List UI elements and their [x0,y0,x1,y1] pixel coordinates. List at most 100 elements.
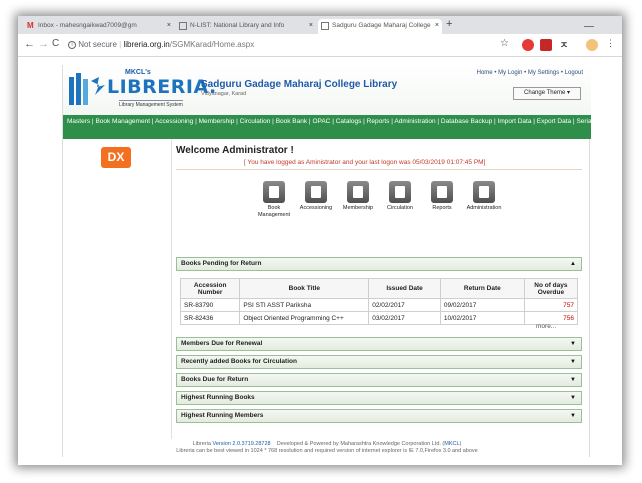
url-host: libreria.org.in [123,40,170,49]
back-icon[interactable]: ← [24,38,35,50]
accessioning-icon [305,181,327,203]
tab-title: Inbox - mahesngaikwad7009@gm [38,22,137,29]
forward-icon[interactable]: → [38,38,49,50]
more-link[interactable]: more... [536,323,556,330]
bookmark-star-icon[interactable]: ☆ [500,38,509,49]
administration-icon [473,181,495,203]
panel-title: Members Due for Renewal [181,340,263,347]
issued-cell: 02/02/2017 [368,298,441,312]
page-icon [179,22,187,30]
menu-item-book-management[interactable]: Book Management [95,118,150,125]
panel-title: Highest Running Books [181,394,255,401]
menu-item-book-bank[interactable]: Book Bank [276,118,307,125]
menu-item-accessioning[interactable]: Accessioning [155,118,193,125]
menu-item-database-backup[interactable]: Database Backup [441,118,492,125]
menu-item-export-data[interactable]: Export Data [537,118,571,125]
site-header: MKCL's LIBRERIA. Library Management Syst… [63,65,591,115]
book-management-icon [263,181,285,203]
title-cell: Object Oriented Programming C++ [239,311,370,325]
tab-title: Sadguru Gadage Maharaj College [332,22,431,29]
main-menu: Masters | Book Management | Accessioning… [63,115,622,139]
logo-mkcl-text: MKCL's [125,69,151,76]
column-header: Return Date [439,278,525,299]
return-cell: 09/02/2017 [439,298,525,312]
menu-item-membership[interactable]: Membership [199,118,235,125]
panel-title: Highest Running Members [181,412,264,419]
quick-icon-label: Membership [342,205,374,211]
close-icon[interactable]: × [167,19,171,32]
quick-icon-label: Administration [466,205,502,211]
tab-gmail[interactable]: M Inbox - mahesngaikwad7009@gm × [24,19,174,34]
quick-icon-label: Book Management [257,205,291,218]
profile-avatar[interactable] [586,39,598,51]
libreria-logo[interactable]: MKCL's LIBRERIA. Library Management Syst… [67,69,216,111]
change-theme-button[interactable]: Change Theme ▾ [513,87,581,100]
table-row: SR-83790 PSI STI ASST Pariksha 02/02/201… [179,298,579,312]
panel-members-due[interactable]: Members Due for Renewal ▼ [176,337,582,351]
menu-item-masters[interactable]: Masters [67,118,90,125]
extension-icon[interactable] [540,39,552,51]
panel-books-pending[interactable]: Books Pending for Return ▲ [176,257,582,271]
column-header: No of days Overdue [523,278,579,299]
panel-recent-books[interactable]: Recently added Books for Circulation ▼ [176,355,582,369]
menu-item-import-data[interactable]: Import Data [498,118,532,125]
divider [176,169,582,170]
column-header: Accession Number [179,278,241,299]
expand-arrow-icon[interactable]: ▼ [570,392,576,404]
tab-sgm-library[interactable]: Sadguru Gadage Maharaj College × [318,19,442,34]
page-frame: M Inbox - mahesngaikwad7009@gm × N-LIST:… [0,0,642,483]
issued-cell: 03/02/2017 [368,311,441,325]
last-logon-text: [ You have logged as Aministrator and yo… [244,159,486,166]
collapse-arrow-icon[interactable]: ▲ [570,258,576,270]
page-icon [321,22,329,30]
window-minimize-button[interactable] [582,18,622,28]
translate-icon[interactable]: ㅈ [558,39,570,51]
table-row: SR-82436 Object Oriented Programming C++… [179,311,579,325]
quick-icon-label: Reports [432,205,452,211]
quick-accessioning[interactable]: Accessioning [296,181,336,212]
menu-item-circulation[interactable]: Circulation [240,118,271,125]
footer-developer: Developed & Powered by Maharashtra Knowl… [276,441,445,447]
tab-nlist[interactable]: N-LIST: National Library and Info × [176,19,316,34]
quick-membership[interactable]: Membership [338,181,378,212]
tab-title: N-LIST: National Library and Info [190,22,285,29]
extension-icon[interactable] [522,39,534,51]
menu-item-serials-management[interactable]: Serials Management [576,118,622,125]
site-footer: Libreria Version 2.0.3719.28728 Develope… [63,441,591,455]
footer-version: Version 2.0.3719.28728 [212,441,271,447]
welcome-heading: Welcome Administrator ! [176,145,294,156]
quick-reports[interactable]: Reports [422,181,462,212]
close-icon[interactable]: × [435,19,439,32]
left-column: DX [63,139,163,439]
quick-icon-label: Circulation [387,205,413,211]
menu-dots-icon[interactable]: ⋮ [606,38,615,49]
panel-highest-members[interactable]: Highest Running Members ▼ [176,409,582,423]
info-icon[interactable]: i [68,40,76,49]
url-path: /SGMKarad/Home.aspx [169,40,255,49]
expand-arrow-icon[interactable]: ▼ [570,410,576,422]
dx-logo-icon[interactable]: DX [101,147,131,168]
new-tab-button[interactable]: + [446,18,452,30]
footer-mkcl-link[interactable]: MKCL [444,441,459,447]
expand-arrow-icon[interactable]: ▼ [570,374,576,386]
panel-highest-books[interactable]: Highest Running Books ▼ [176,391,582,405]
expand-arrow-icon[interactable]: ▼ [570,338,576,350]
panel-books-due[interactable]: Books Due for Return ▼ [176,373,582,387]
close-icon[interactable]: × [309,19,313,32]
expand-arrow-icon[interactable]: ▼ [570,356,576,368]
quick-circulation[interactable]: Circulation [380,181,420,212]
quick-administration[interactable]: Administration [464,181,504,212]
menu-item-administration[interactable]: Administration [394,118,435,125]
footer-product: Libreria [192,441,211,447]
reload-icon[interactable]: C [52,38,59,49]
menu-item-catalogs[interactable]: Catalogs [336,118,362,125]
libreria-site: MKCL's LIBRERIA. Library Management Syst… [62,65,622,457]
menu-item-reports[interactable]: Reports [367,118,390,125]
menu-item-opac[interactable]: OPAC [312,118,330,125]
quick-book-management[interactable]: Book Management [254,181,294,219]
panel-title: Books Due for Return [181,376,249,383]
url-field[interactable]: i Not secure | libreria.org.in/SGMKarad/… [68,37,508,53]
column-header: Issued Date [368,278,441,299]
membership-icon [347,181,369,203]
top-links[interactable]: Home • My Login • My Settings • Logout [477,70,583,76]
